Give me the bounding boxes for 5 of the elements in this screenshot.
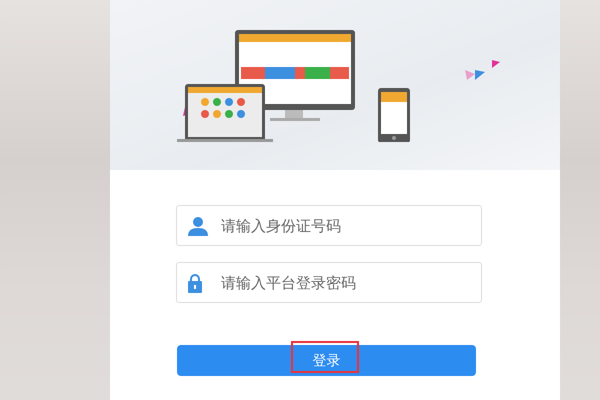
user-icon xyxy=(188,216,208,236)
input-field[interactable]: 请输入身份证号码 xyxy=(176,205,482,246)
lock-icon xyxy=(188,272,202,292)
input-field[interactable]: 请输入平台登录密码 xyxy=(176,262,482,303)
login-button[interactable]: 登录 xyxy=(177,345,476,376)
